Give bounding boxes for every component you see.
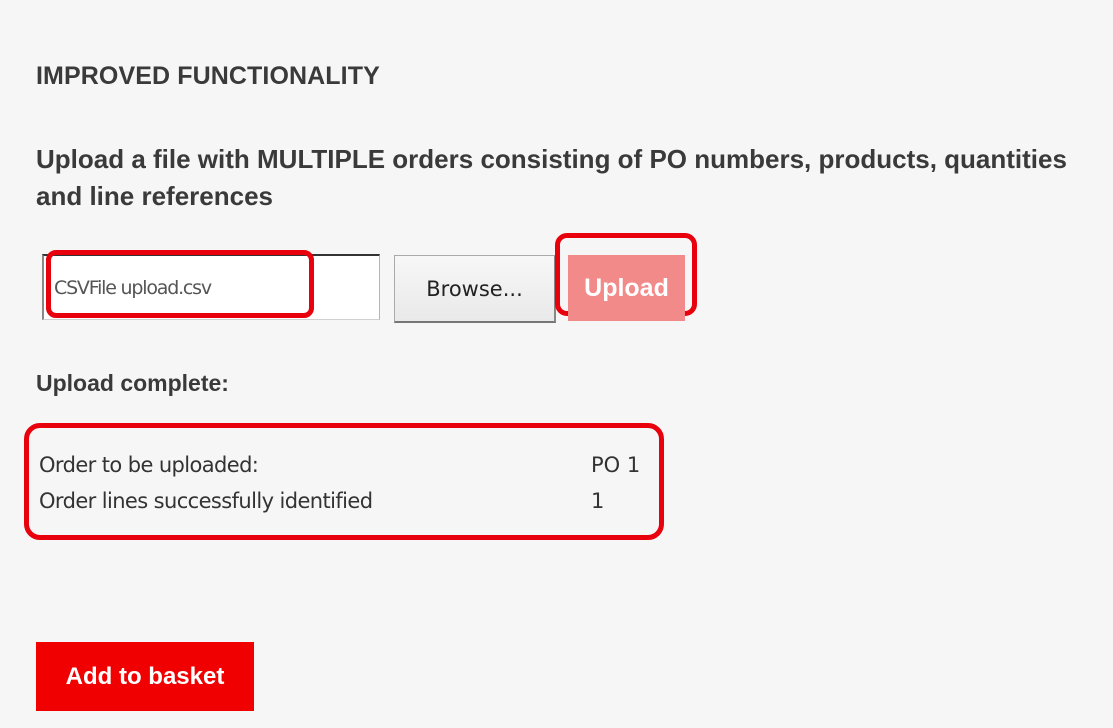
upload-summary-box: Order to be uploaded: PO 1 Order lines s… — [24, 423, 664, 540]
upload-button[interactable]: Upload — [568, 255, 685, 321]
upload-status-label: Upload complete: — [36, 370, 229, 396]
section-description: Upload a file with MULTIPLE orders consi… — [36, 144, 1067, 211]
upload-panel: IMPROVED FUNCTIONALITY Upload a file wit… — [0, 0, 1113, 728]
order-lines-identified-label: Order lines successfully identified — [39, 489, 373, 513]
order-lines-identified-value: 1 — [591, 489, 605, 513]
file-upload-row: Browse... Upload — [36, 233, 716, 326]
orders-to-upload-label: Order to be uploaded: — [39, 453, 259, 477]
file-path-input[interactable] — [42, 254, 380, 320]
browse-button[interactable]: Browse... — [394, 255, 556, 323]
add-to-basket-button[interactable]: Add to basket — [36, 642, 254, 711]
orders-to-upload-value: PO 1 — [591, 453, 641, 477]
section-heading: IMPROVED FUNCTIONALITY — [36, 62, 380, 90]
